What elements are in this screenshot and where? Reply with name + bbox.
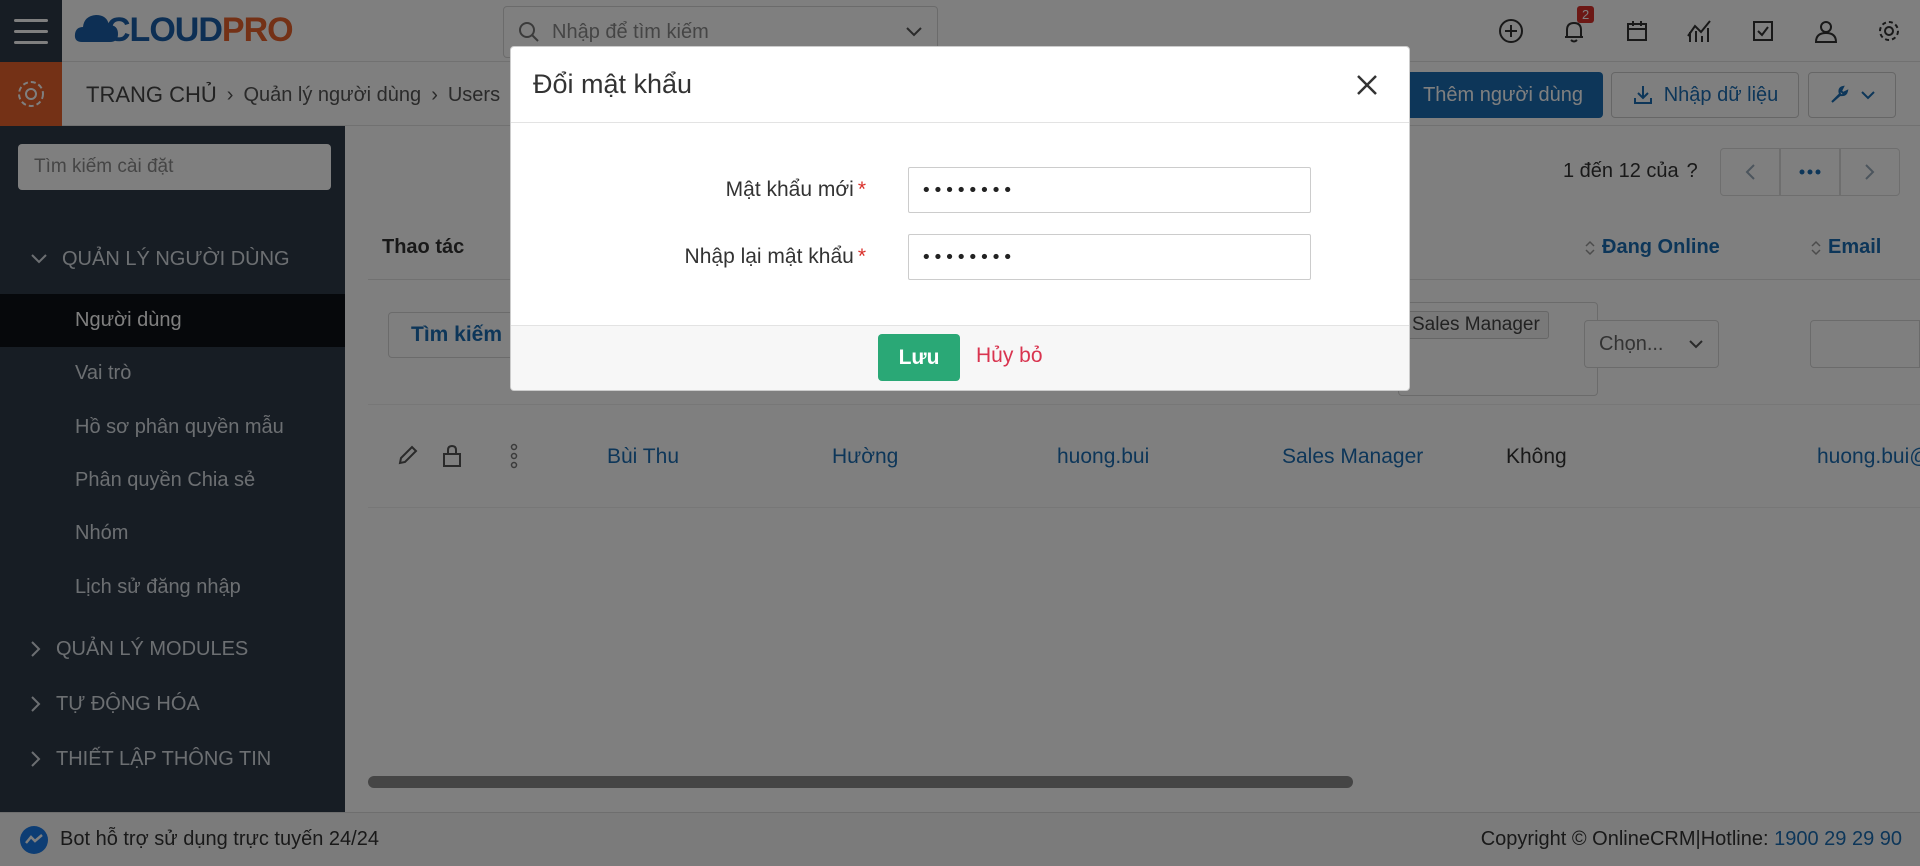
new-password-field[interactable] (908, 167, 1311, 213)
save-button[interactable]: Lưu (878, 334, 960, 381)
dialog-footer: Lưu Hủy bỏ (511, 325, 1409, 390)
confirm-password-field[interactable] (908, 234, 1311, 280)
dialog-title: Đổi mật khẩu (533, 69, 693, 99)
change-password-dialog: Đổi mật khẩu Mật khẩu mới* Nhập lại mật … (510, 46, 1410, 391)
new-password-label: Mật khẩu mới * (725, 178, 866, 201)
dialog-body: Mật khẩu mới* Nhập lại mật khẩu* (511, 123, 1409, 325)
confirm-password-row: Nhập lại mật khẩu * (511, 234, 1409, 280)
close-icon (1357, 74, 1377, 95)
confirm-password-label: Nhập lại mật khẩu * (684, 245, 866, 268)
save-label: Lưu (898, 345, 940, 369)
dialog-header: Đổi mật khẩu (511, 47, 1409, 123)
close-button[interactable] (1347, 65, 1387, 105)
new-password-row: Mật khẩu mới * (511, 167, 1409, 213)
cancel-button[interactable]: Hủy bỏ (976, 344, 1043, 368)
